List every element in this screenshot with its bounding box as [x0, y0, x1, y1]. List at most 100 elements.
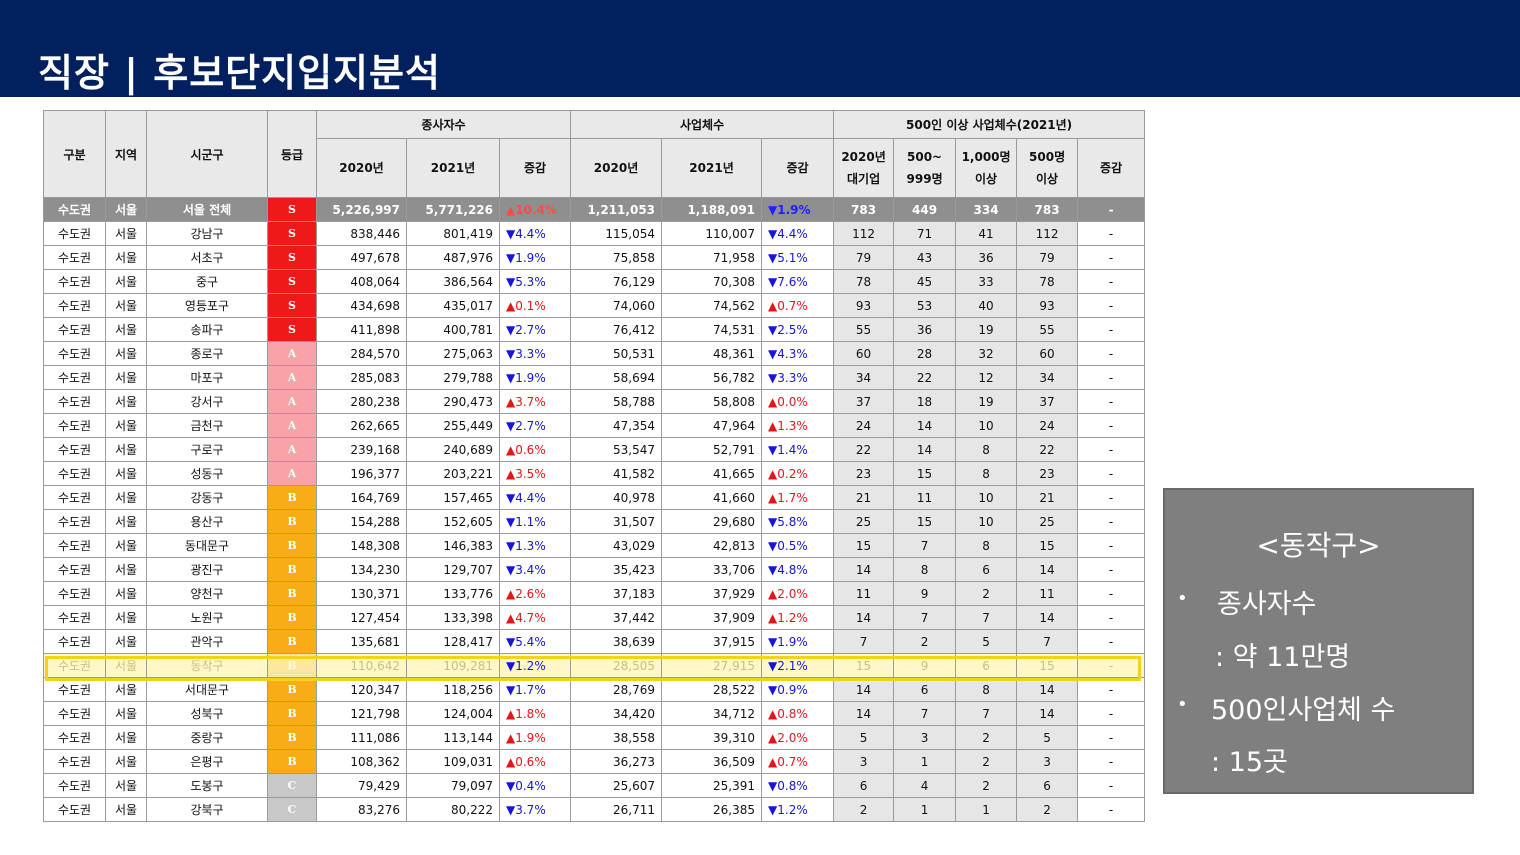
cell-biz-change: ▼0.8%: [761, 773, 835, 798]
cell-biz-2020: 43,029: [570, 533, 663, 558]
table-row: 수도권 서울 강남구 S 838,446 801,419 ▼4.4% 115,054 110,0…: [43, 221, 1146, 246]
cell-lb-500: 1: [893, 797, 957, 822]
cell-emp-2021: 128,417: [406, 629, 500, 654]
cell-emp-2020: 164,769: [316, 485, 407, 510]
cell-lb-1000: 41: [955, 221, 1018, 246]
cell-region: 서울: [105, 605, 147, 630]
cell-lb-2020: 6: [833, 773, 895, 798]
cell-lb-2020: 14: [833, 557, 895, 582]
cell-biz-change: ▲0.2%: [761, 461, 835, 486]
cell-region: 서울: [105, 701, 147, 726]
cell-region: 서울: [105, 269, 147, 294]
cell-emp-2020: 83,276: [316, 797, 407, 822]
cell-lb-2020: 78: [833, 269, 895, 294]
cell-emp-2020: 121,798: [316, 701, 407, 726]
cell-lb-500: 7: [893, 701, 957, 726]
table-row: 수도권 서울 송파구 S 411,898 400,781 ▼2.7% 76,412 74,531…: [43, 317, 1146, 342]
table-row: 수도권 서울 용산구 B 154,288 152,605 ▼1.1% 31,507 29,680…: [43, 509, 1146, 534]
cell-grade: A: [267, 389, 317, 414]
bullet-1: •: [1177, 588, 1188, 609]
cell-lb-over500: 14: [1016, 605, 1079, 630]
cell-lb-500: 14: [893, 437, 957, 462]
cell-grade: B: [267, 557, 317, 582]
col-header-lb-over500: 500명 이상: [1016, 138, 1079, 198]
cell-lb-1000: 1: [955, 797, 1018, 822]
col-header-lb-500-line1: 500~: [907, 150, 943, 164]
cell-biz-change: ▼1.4%: [761, 437, 835, 462]
cell-emp-change: ▲0.1%: [498, 293, 572, 318]
cell-lb-over500: 79: [1016, 245, 1079, 270]
cell-biz-change: ▼2.5%: [761, 317, 835, 342]
cell-region-group: 수도권: [43, 605, 106, 630]
cell-emp-change: ▲1.8%: [498, 701, 572, 726]
cell-emp-2020: 135,681: [316, 629, 407, 654]
cell-district: 송파구: [146, 317, 268, 342]
cell-biz-change: ▲0.7%: [761, 749, 835, 774]
cell-biz-2020: 50,531: [570, 341, 663, 366]
cell-lb-500: 8: [893, 557, 957, 582]
cell-lb-500: 9: [893, 653, 957, 678]
cell-lb-1000: 10: [955, 413, 1018, 438]
cell-lb-2020: 22: [833, 437, 895, 462]
cell-lb-change: -: [1077, 437, 1146, 462]
cell-emp-2020: 196,377: [316, 461, 407, 486]
cell-lb-over500: 24: [1016, 413, 1079, 438]
slide-title: 직장 | 후보단지입지분석: [38, 51, 441, 95]
table-row: 수도권 서울 강서구 A 280,238 290,473 ▲3.7% 58,788 58,808…: [43, 389, 1146, 414]
cell-lb-500: 7: [893, 533, 957, 558]
cell-emp-2021: 146,383: [406, 533, 500, 558]
cell-lb-change: -: [1077, 389, 1146, 414]
cell-region-group: 수도권: [43, 557, 106, 582]
cell-lb-over500: 7: [1016, 629, 1079, 654]
cell-biz-2021: 37,915: [661, 629, 763, 654]
col-header-lb-1000: 1,000명 이상: [955, 138, 1018, 198]
cell-lb-500: 53: [893, 293, 957, 318]
cell-region-group: 수도권: [43, 245, 106, 270]
cell-emp-2021: 118,256: [406, 677, 500, 702]
cell-lb-2020: 21: [833, 485, 895, 510]
cell-biz-2020: 28,505: [570, 653, 663, 678]
table-row: 수도권 서울 관악구 B 135,681 128,417 ▼5.4% 38,639 37,915…: [43, 629, 1146, 654]
cell-emp-change: ▼5.3%: [498, 269, 572, 294]
cell-biz-change: ▼3.3%: [761, 365, 835, 390]
cell-biz-2021: 34,712: [661, 701, 763, 726]
cell-lb-2020: 2: [833, 797, 895, 822]
summary-employees-label: 종사자수: [1217, 589, 1317, 620]
cell-lb-2020: 15: [833, 533, 895, 558]
cell-region-group: 수도권: [43, 653, 106, 678]
cell-lb-change: -: [1077, 605, 1146, 630]
cell-region-group: 수도권: [43, 725, 106, 750]
cell-region: 서울: [105, 245, 147, 270]
cell-grade: B: [267, 629, 317, 654]
col-header-lb-1000-line1: 1,000명: [961, 150, 1011, 164]
cell-region-group: 수도권: [43, 365, 106, 390]
cell-lb-500: 43: [893, 245, 957, 270]
cell-emp-2021: 80,222: [406, 797, 500, 822]
cell-lb-500: 7: [893, 605, 957, 630]
cell-region: 서울: [105, 653, 147, 678]
cell-grade: B: [267, 485, 317, 510]
cell-region: 서울: [105, 797, 147, 822]
cell-region-group: 수도권: [43, 341, 106, 366]
col-header-lb-over500-line1: 500명: [1029, 150, 1066, 164]
cell-emp-change: ▼0.4%: [498, 773, 572, 798]
cell-emp-2020: 154,288: [316, 509, 407, 534]
cell-biz-2021: 1,188,091: [661, 197, 763, 222]
cell-grade: B: [267, 725, 317, 750]
cell-grade: A: [267, 365, 317, 390]
cell-lb-500: 14: [893, 413, 957, 438]
cell-lb-1000: 2: [955, 725, 1018, 750]
table-row: 수도권 서울 종로구 A 284,570 275,063 ▼3.3% 50,531 48,361…: [43, 341, 1146, 366]
cell-lb-2020: 3: [833, 749, 895, 774]
cell-grade: S: [267, 269, 317, 294]
cell-lb-2020: 37: [833, 389, 895, 414]
cell-emp-2021: 240,689: [406, 437, 500, 462]
cell-lb-500: 15: [893, 461, 957, 486]
cell-region-group: 수도권: [43, 461, 106, 486]
cell-lb-over500: 93: [1016, 293, 1079, 318]
cell-lb-1000: 19: [955, 389, 1018, 414]
cell-emp-2021: 133,776: [406, 581, 500, 606]
cell-emp-change: ▲2.6%: [498, 581, 572, 606]
cell-lb-1000: 2: [955, 581, 1018, 606]
cell-biz-2020: 47,354: [570, 413, 663, 438]
